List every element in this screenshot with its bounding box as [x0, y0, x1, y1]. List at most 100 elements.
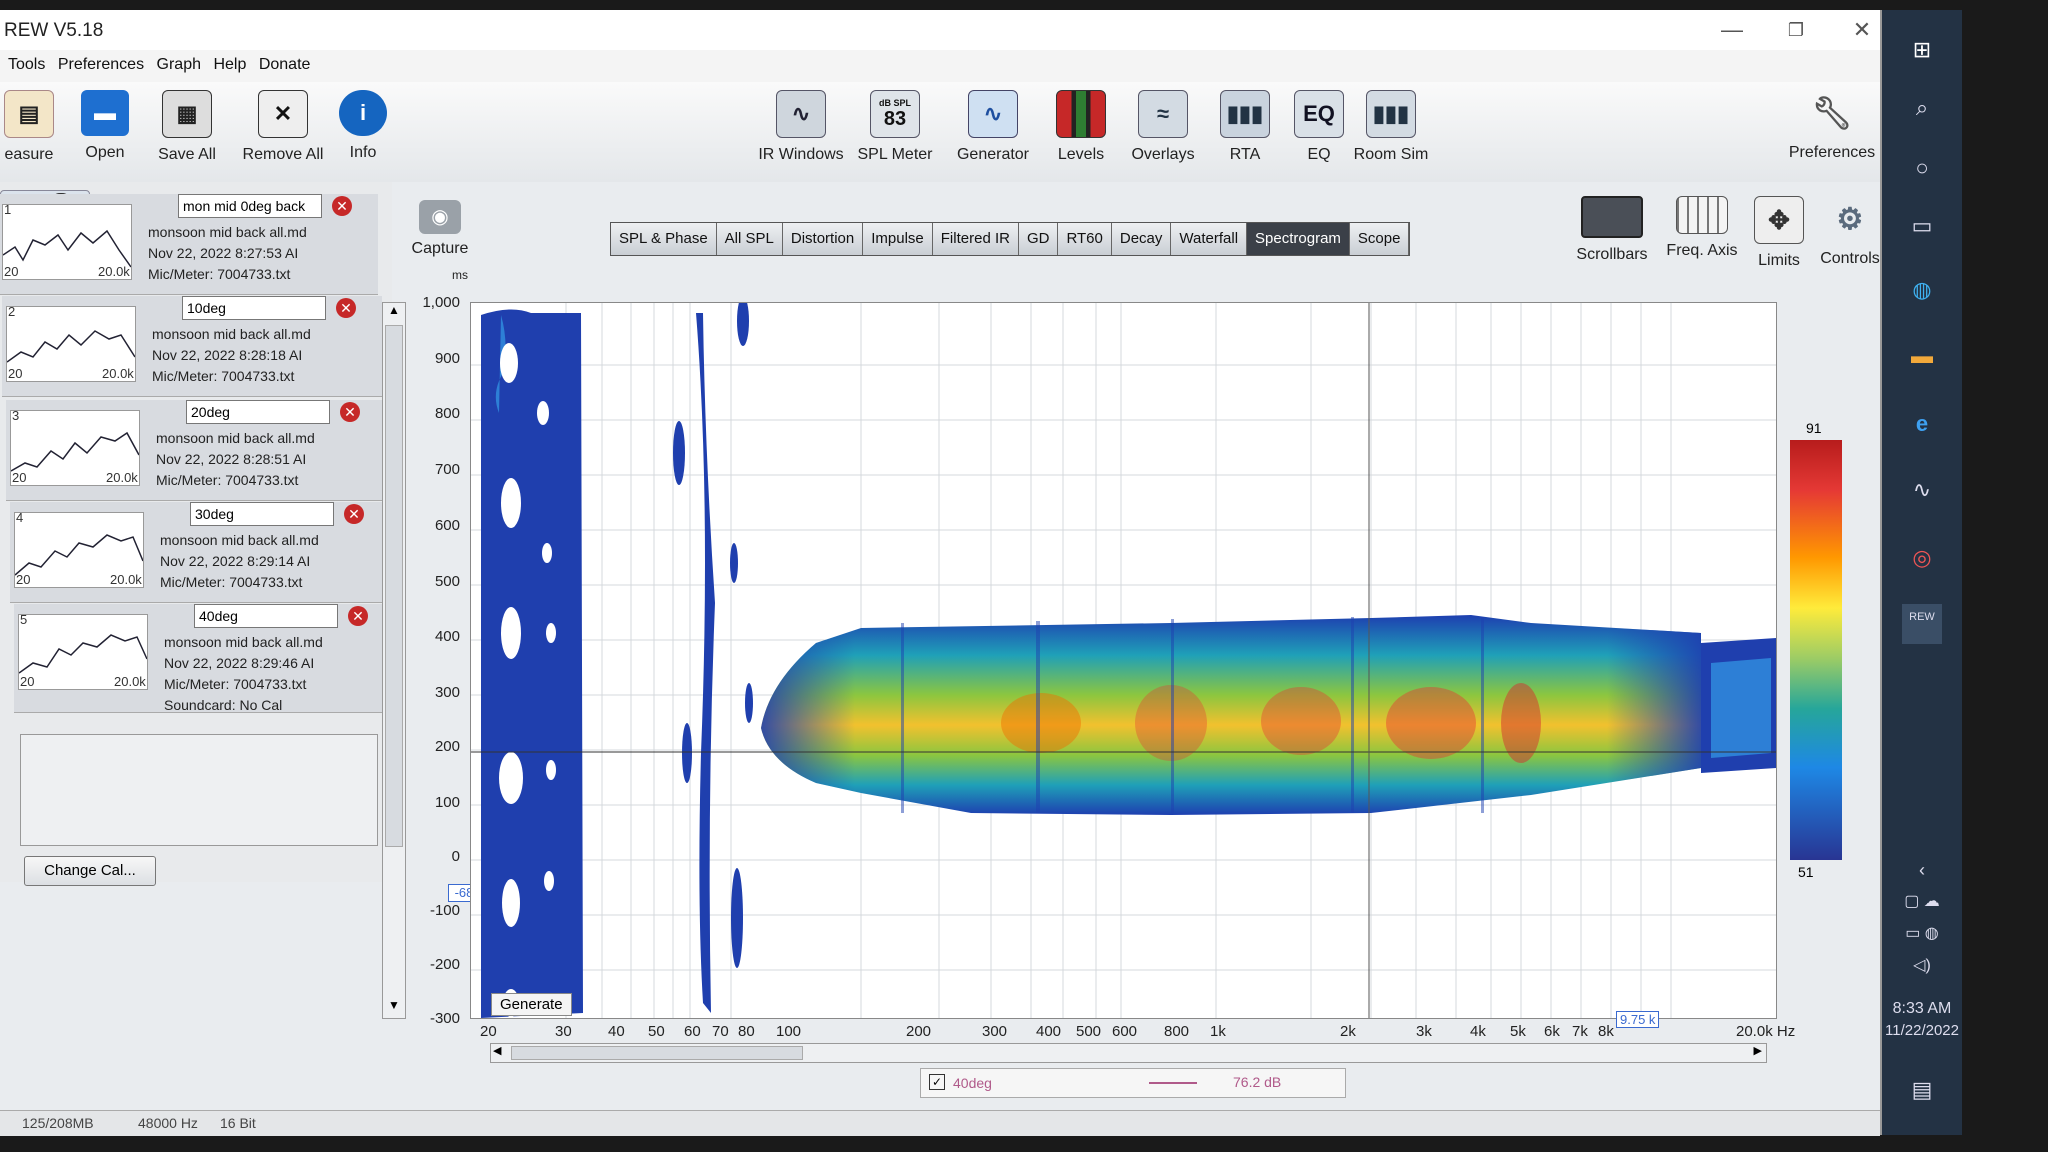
measurement-name-field[interactable]: 10deg — [182, 296, 326, 320]
graph-tabs: SPL & Phase All SPL Distortion Impulse F… — [610, 222, 1411, 256]
menu-preferences[interactable]: Preferences — [58, 56, 144, 74]
y-tick: 1,000 — [422, 294, 460, 311]
delete-measurement-icon[interactable]: ✕ — [332, 196, 352, 216]
window-title: REW V5.18 — [4, 20, 104, 41]
x-tick: 30 — [555, 1023, 572, 1040]
tab-scope[interactable]: Scope — [1349, 223, 1410, 255]
vertical-scrollbar[interactable]: ▲ ▼ — [382, 302, 406, 1019]
generator-icon: ∿ — [968, 90, 1018, 138]
x-tick: 800 — [1164, 1023, 1190, 1040]
measurement-1[interactable]: 1 20 20.0k mon mid 0deg back ✕ monsoon m… — [0, 194, 378, 295]
change-cal-button[interactable]: Change Cal... — [24, 856, 156, 886]
controls-button[interactable]: ⚙ Controls — [1806, 196, 1894, 268]
delete-measurement-icon[interactable]: ✕ — [344, 504, 364, 524]
remove-all-button[interactable]: ✕ Remove All — [238, 90, 328, 164]
y-tick: 200 — [434, 738, 460, 755]
generate-button[interactable]: Generate — [491, 993, 572, 1016]
info-button[interactable]: i Info — [318, 90, 408, 162]
x-tick: 5k — [1510, 1023, 1526, 1040]
rew-taskbar-icon[interactable]: REW — [1902, 604, 1942, 644]
h-scroll-thumb[interactable] — [511, 1046, 803, 1060]
tab-waterfall[interactable]: Waterfall — [1171, 223, 1248, 255]
legend-name: 40deg — [953, 1075, 992, 1091]
search-icon[interactable]: ⌕ — [1902, 88, 1942, 128]
color-scale-bar — [1790, 440, 1842, 860]
measurement-2[interactable]: 2 20 20.0k 10deg ✕ monsoon mid back all.… — [2, 296, 382, 397]
tab-distortion[interactable]: Distortion — [782, 223, 864, 255]
tab-spectrogram[interactable]: Spectrogram — [1247, 223, 1350, 255]
menu-bar: Tools Preferences Graph Help Donate — [0, 50, 1880, 82]
x-tick: 6k — [1544, 1023, 1560, 1040]
sample-rate-status: 48000 Hz — [138, 1115, 198, 1131]
menu-donate[interactable]: Donate — [259, 56, 311, 74]
x-tick: 100 — [776, 1023, 802, 1040]
close-button[interactable]: ✕ — [1842, 16, 1882, 44]
scrollbars-button[interactable]: Scrollbars — [1566, 196, 1658, 264]
horizontal-scrollbar[interactable]: ◀ ▶ — [490, 1043, 1767, 1063]
open-button[interactable]: ▬ Open — [60, 90, 150, 162]
edge-icon[interactable]: ◍ — [1902, 270, 1942, 310]
measurement-4[interactable]: 4 20 20.0k 30deg ✕ monsoon mid back all.… — [10, 502, 390, 603]
scroll-down-icon[interactable]: ▼ — [383, 998, 405, 1018]
notifications-icon[interactable]: ▤ — [1902, 1070, 1942, 1110]
y-tick: 300 — [434, 684, 460, 701]
cortana-icon[interactable]: ○ — [1902, 148, 1942, 188]
tab-impulse[interactable]: Impulse — [863, 223, 933, 255]
y-axis-unit: ms — [452, 268, 468, 282]
file-explorer-icon[interactable]: ▬ — [1902, 336, 1942, 376]
spl-meter-button[interactable]: dB SPL 83 SPL Meter — [850, 90, 940, 164]
y-tick: 600 — [434, 517, 460, 534]
media-app-icon[interactable]: ◎ — [1902, 538, 1942, 578]
spectrogram-svg — [471, 296, 1776, 1018]
scroll-thumb[interactable] — [385, 325, 403, 847]
windows-start-icon[interactable]: ⊞ — [1902, 30, 1942, 70]
tab-decay[interactable]: Decay — [1111, 223, 1172, 255]
legend: ✓ 40deg 76.2 dB — [920, 1068, 1346, 1098]
measurement-5[interactable]: 5 20 20.0k 40deg ✕ monsoon mid back all.… — [14, 604, 394, 713]
capture-button[interactable]: ◉ Capture — [410, 200, 470, 258]
ir-windows-button[interactable]: ∿ IR Windows — [756, 90, 846, 164]
minimize-button[interactable]: — — [1712, 16, 1752, 44]
save-all-button[interactable]: ▦ Save All — [142, 90, 232, 164]
tab-gd[interactable]: GD — [1018, 223, 1059, 255]
tab-all-spl[interactable]: All SPL — [716, 223, 783, 255]
measurement-name-field[interactable]: mon mid 0deg back — [178, 194, 322, 218]
internet-explorer-icon[interactable]: e — [1902, 404, 1942, 444]
delete-measurement-icon[interactable]: ✕ — [336, 298, 356, 318]
menu-help[interactable]: Help — [213, 56, 246, 74]
delete-measurement-icon[interactable]: ✕ — [340, 402, 360, 422]
delete-measurement-icon[interactable]: ✕ — [348, 606, 368, 626]
room-sim-button[interactable]: ▮▮▮ Room Sim — [1346, 90, 1436, 164]
x-tick: 500 — [1076, 1023, 1102, 1040]
measurement-name-field[interactable]: 30deg — [190, 502, 334, 526]
measurement-info: monsoon mid back all.md Nov 22, 2022 8:27… — [148, 224, 307, 282]
measurement-name-field[interactable]: 20deg — [186, 400, 330, 424]
spectrogram-plot[interactable]: Generate — [470, 296, 1777, 1019]
menu-tools[interactable]: Tools — [8, 56, 45, 74]
x-tick: 7k — [1572, 1023, 1588, 1040]
tab-rt60[interactable]: RT60 — [1058, 223, 1112, 255]
legend-checkbox[interactable]: ✓ — [929, 1074, 945, 1090]
menu-graph[interactable]: Graph — [157, 56, 201, 74]
x-cursor-readout: 9.75 k — [1616, 1011, 1660, 1028]
scroll-left-icon[interactable]: ◀ — [493, 1044, 501, 1057]
scroll-right-icon[interactable]: ▶ — [1754, 1044, 1762, 1057]
levels-icon — [1056, 90, 1106, 138]
preferences-button[interactable]: 🔧︎ Preferences — [1786, 90, 1878, 162]
volume-icon[interactable]: ◁) — [1902, 946, 1942, 986]
task-view-icon[interactable]: ▭ — [1902, 206, 1942, 246]
tab-spl-phase[interactable]: SPL & Phase — [611, 223, 717, 255]
activity-app-icon[interactable]: ∿ — [1902, 470, 1942, 510]
x-tick: 8k — [1598, 1023, 1614, 1040]
measurement-3[interactable]: 3 20 20.0k 20deg ✕ monsoon mid back all.… — [6, 400, 386, 501]
y-tick: 100 — [434, 794, 460, 811]
scroll-up-icon[interactable]: ▲ — [383, 303, 405, 323]
overlays-button[interactable]: ≈ Overlays — [1118, 90, 1208, 164]
restore-button[interactable]: ❐ — [1776, 16, 1816, 44]
tab-filtered-ir[interactable]: Filtered IR — [932, 223, 1019, 255]
overlays-icon: ≈ — [1138, 90, 1188, 138]
x-tick: 600 — [1112, 1023, 1138, 1040]
levels-button[interactable]: Levels — [1036, 90, 1126, 164]
generator-button[interactable]: ∿ Generator — [948, 90, 1038, 164]
measurement-name-field[interactable]: 40deg — [194, 604, 338, 628]
